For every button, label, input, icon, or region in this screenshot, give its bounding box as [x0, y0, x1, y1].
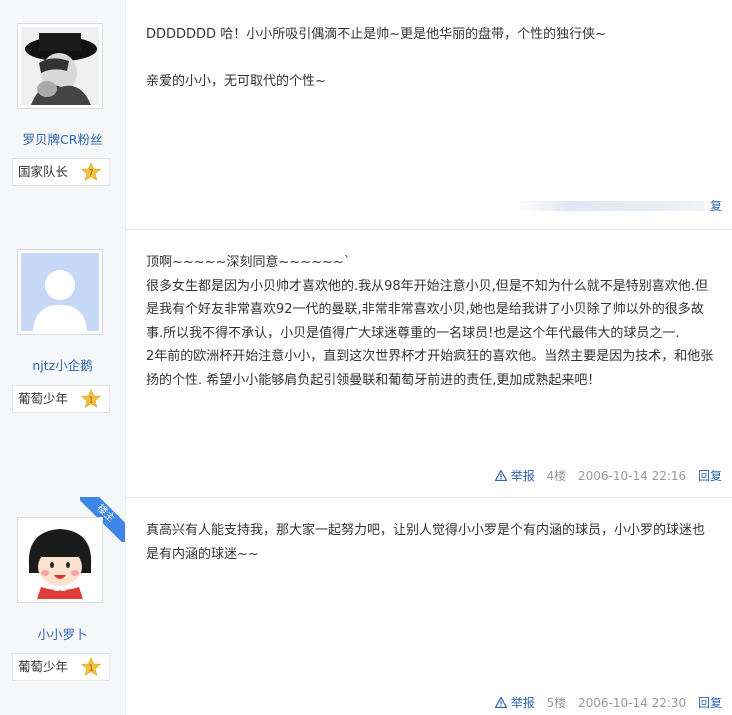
reply-link[interactable]: 复 — [710, 197, 722, 214]
reply-link[interactable]: 回复 — [698, 696, 722, 710]
level-number: 1 — [88, 396, 93, 405]
avatar[interactable] — [17, 249, 103, 335]
default-user-icon — [21, 253, 99, 331]
paragraph: DDDDDDD 哈！小小所吸引偶滴不止是帅~更是他华丽的盘带，个性的独行侠~ — [146, 27, 606, 42]
post-meta: 举报 5楼 2006-10-14 22:30 回复 — [487, 694, 722, 711]
paragraph: 很多女生都是因为小贝帅才喜欢他的.我从98年开始注意小贝,但是不知为什么就不是特… — [146, 278, 708, 341]
post-content: DDDDDDD 哈！小小所吸引偶滴不止是帅~更是他华丽的盘带，个性的独行侠~ 亲… — [146, 23, 716, 94]
paragraph: 真高兴有人能支持我，那大家一起努力吧，让别人觉得小小罗是个有内涵的球员，小小罗的… — [146, 523, 706, 562]
post-3-floor: 罗贝牌CR粉丝 国家队长 7 DDDDDDD 哈！小小所吸引偶滴不止是帅~更是他… — [0, 0, 732, 230]
username[interactable]: njtz小企鹅 — [0, 355, 125, 374]
username[interactable]: 罗贝牌CR粉丝 — [0, 129, 125, 148]
floor-number: 4楼 — [546, 469, 567, 483]
report-label[interactable]: 举报 — [511, 696, 535, 710]
author-sidebar: 楼主 小小罗卜 葡萄少年 1 — [0, 497, 126, 715]
post-time: 2006-10-14 22:30 — [578, 696, 687, 710]
username[interactable]: 小小罗卜 — [0, 624, 125, 643]
user-level-badge: 国家队长 7 — [12, 158, 110, 186]
level-number: 1 — [88, 664, 93, 673]
post-meta: 举报 4楼 2006-10-14 22:16 回复 — [487, 467, 722, 484]
warning-icon — [494, 469, 508, 482]
reply-link[interactable]: 回复 — [698, 469, 722, 483]
post-content: 真高兴有人能支持我，那大家一起努力吧，让别人觉得小小罗是个有内涵的球员，小小罗的… — [146, 519, 716, 566]
fade-bar — [514, 201, 704, 211]
paragraph-blank — [146, 47, 716, 71]
level-title: 葡萄少年 — [18, 659, 69, 674]
level-number: 7 — [88, 169, 93, 178]
post-5-floor: 楼主 小小罗卜 葡萄少年 1 真高兴有人能支持我，那大家一起努力吧，让别人觉得小… — [0, 497, 732, 715]
author-sidebar: njtz小企鹅 葡萄少年 1 — [0, 229, 126, 497]
level-title: 葡萄少年 — [18, 391, 69, 406]
user-level-badge: 葡萄少年 1 — [12, 653, 110, 681]
warning-icon — [494, 696, 508, 709]
avatar[interactable] — [17, 23, 103, 109]
paragraph: 顶啊~~~~~深刻同意~~~~~~` — [146, 255, 351, 270]
paragraph: 2年前的欧洲杯开始注意小小，直到这次世界杯才开始疯狂的喜欢他。当然主要是因为技术… — [146, 349, 714, 388]
star-level-icon: 7 — [81, 162, 101, 181]
star-level-icon: 1 — [81, 389, 101, 408]
author-sidebar: 罗贝牌CR粉丝 国家队长 7 — [0, 0, 126, 229]
cartoon-girl-avatar-icon — [21, 521, 99, 599]
floor-number: 5楼 — [546, 696, 567, 710]
post-content: 顶啊~~~~~深刻同意~~~~~~` 很多女生都是因为小贝帅才喜欢他的.我从98… — [146, 251, 716, 392]
report-link[interactable]: 举报 — [494, 696, 539, 710]
post-time: 2006-10-14 22:16 — [578, 469, 687, 483]
avatar-photo-icon — [21, 27, 99, 105]
report-link[interactable]: 举报 — [494, 469, 539, 483]
paragraph: 亲爱的小小，无可取代的个性~ — [146, 74, 326, 89]
level-title: 国家队长 — [18, 164, 69, 179]
report-label[interactable]: 举报 — [511, 469, 535, 483]
user-level-badge: 葡萄少年 1 — [12, 385, 110, 413]
star-level-icon: 1 — [81, 657, 101, 676]
post-4-floor: njtz小企鹅 葡萄少年 1 顶啊~~~~~深刻同意~~~~~~` 很多女生都是… — [0, 229, 732, 498]
avatar[interactable] — [17, 517, 103, 603]
